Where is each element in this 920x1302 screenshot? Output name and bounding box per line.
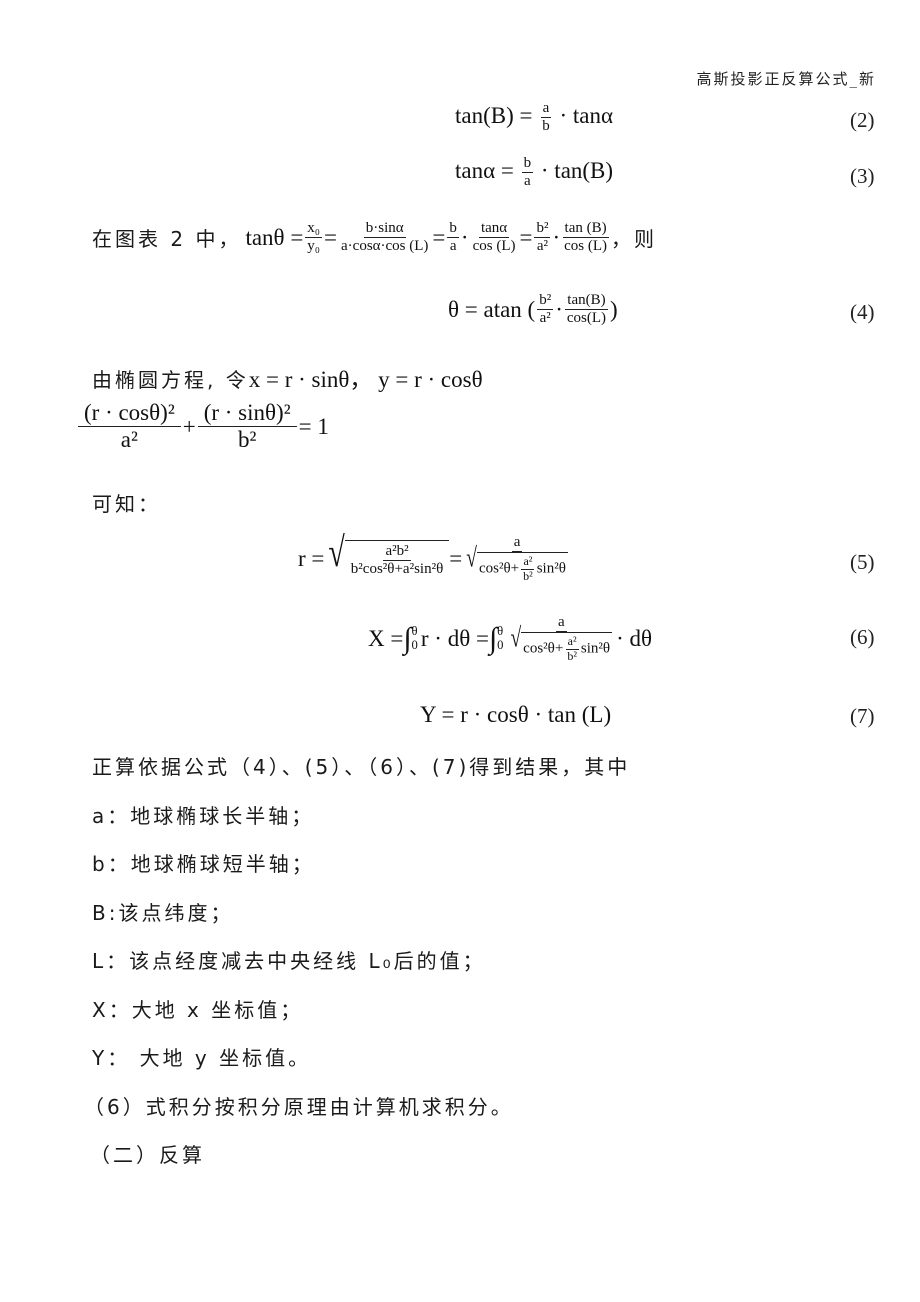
ellipse-equation: (r · cosθ)² a² + (r · sinθ)² b² = 1 xyxy=(76,400,329,454)
equation-number-3: (3) xyxy=(850,164,875,188)
definition-X: X：大地 x 坐标值； xyxy=(92,998,304,1022)
equation-number-4: (4) xyxy=(850,300,875,324)
intro-prefix: 在图表 2 中， xyxy=(92,227,242,252)
equation-number-5: (5) xyxy=(850,550,875,574)
eq4-fraction-tan-cos: tan(B) cos(L) xyxy=(565,292,608,327)
eq3-rhs: · tan(B) xyxy=(540,158,614,184)
intro-suffix: ，则 xyxy=(611,227,658,252)
equation-2: tan(B) = ab · tanα xyxy=(455,100,613,136)
fraction-bsin-acos: b·sinα a·cosα·cos (L) xyxy=(341,220,429,255)
eq3-equals: = xyxy=(500,158,514,184)
tan-theta-lhs: tanθ = xyxy=(245,224,304,250)
definition-L: L：该点经度减去中央经线 L₀后的值； xyxy=(92,949,486,973)
fraction-x0-y0: x₀ y₀ xyxy=(305,220,323,255)
ellipse-substitution: 由椭圆方程, 令x = r · sinθ， y = r · cosθ xyxy=(92,360,483,394)
fraction-b-a: ba xyxy=(447,220,459,255)
equation-5: r = √ a²b² b²cos²θ+a²sin²θ = a √ cos²θ+ a² b²… xyxy=(298,532,572,584)
eq3-lhs: tanα xyxy=(455,158,496,184)
eq4-fraction-b2-a2: b² a² xyxy=(537,292,554,327)
equation-4: θ = atan ( b² a² · tan(B) cos(L) ) xyxy=(448,292,618,327)
known-label: 可知： xyxy=(92,492,161,516)
definition-B: B:该点纬度； xyxy=(92,901,234,925)
definition-b: b：地球椭球短半轴； xyxy=(92,852,315,876)
definition-a: a：地球椭球长半轴； xyxy=(92,804,315,828)
integral-sign: ∫ xyxy=(403,621,412,655)
eq2-rhs: · tanα xyxy=(559,103,614,129)
equation-number-2: (2) xyxy=(850,108,875,132)
fraction-tan-cos: tanα cos (L) xyxy=(472,220,516,255)
definition-Y: Y： 大地 y 坐标值。 xyxy=(92,1046,312,1070)
equation-7: Y = r · cosθ · tan (L) xyxy=(420,702,612,727)
ellipse-prefix: 由椭圆方程, 令 xyxy=(92,368,249,392)
eq2-lhs: tan(B) xyxy=(455,103,514,129)
ellipse-term-2: (r · sinθ)² b² xyxy=(197,400,297,454)
paragraph-integration-note: （6）式积分按积分原理由计算机求积分。 xyxy=(84,1095,514,1119)
section-heading-inverse: （二）反算 xyxy=(90,1143,205,1167)
paragraph-forward-calc: 正算依据公式（4）、(5）、（6）、(7)得到结果，其中 xyxy=(92,755,631,779)
equation-6: X = ∫ θ0 r · dθ = ∫ θ0 a √ cos²θ+ a² b² sin²… xyxy=(368,614,653,664)
fraction-b2-a2: b² a² xyxy=(534,220,551,255)
equation-number-6: (6) xyxy=(850,625,875,649)
eq6-integrand-fraction: a √ cos²θ+ a² b² sin²θ xyxy=(510,614,613,664)
equation-3: tanα = ba · tan(B) xyxy=(455,155,613,191)
eq3-fraction: ba xyxy=(521,155,534,190)
tan-theta-derivation: 在图表 2 中， tanθ = x₀ y₀ = b·sinα a·cosα·cos … xyxy=(92,220,658,255)
page-header-title: 高斯投影正反算公式_新 xyxy=(696,70,876,88)
equation-number-7: (7) xyxy=(850,704,875,728)
ellipse-substitution-formula: x = r · sinθ， y = r · cosθ xyxy=(248,367,483,392)
eq5-sqrt: √ a²b² b²cos²θ+a²sin²θ xyxy=(328,532,450,579)
eq4-lhs: θ = atan ( xyxy=(448,296,536,322)
fraction-tanB-cosL: tan (B) cos (L) xyxy=(562,220,609,255)
eq5-rhs-fraction: a √ cos²θ+ a² b² sin²θ xyxy=(466,534,568,584)
eq2-equals: = xyxy=(519,103,533,129)
eq2-fraction: ab xyxy=(540,100,552,135)
ellipse-term-1: (r · cosθ)² a² xyxy=(78,400,181,454)
